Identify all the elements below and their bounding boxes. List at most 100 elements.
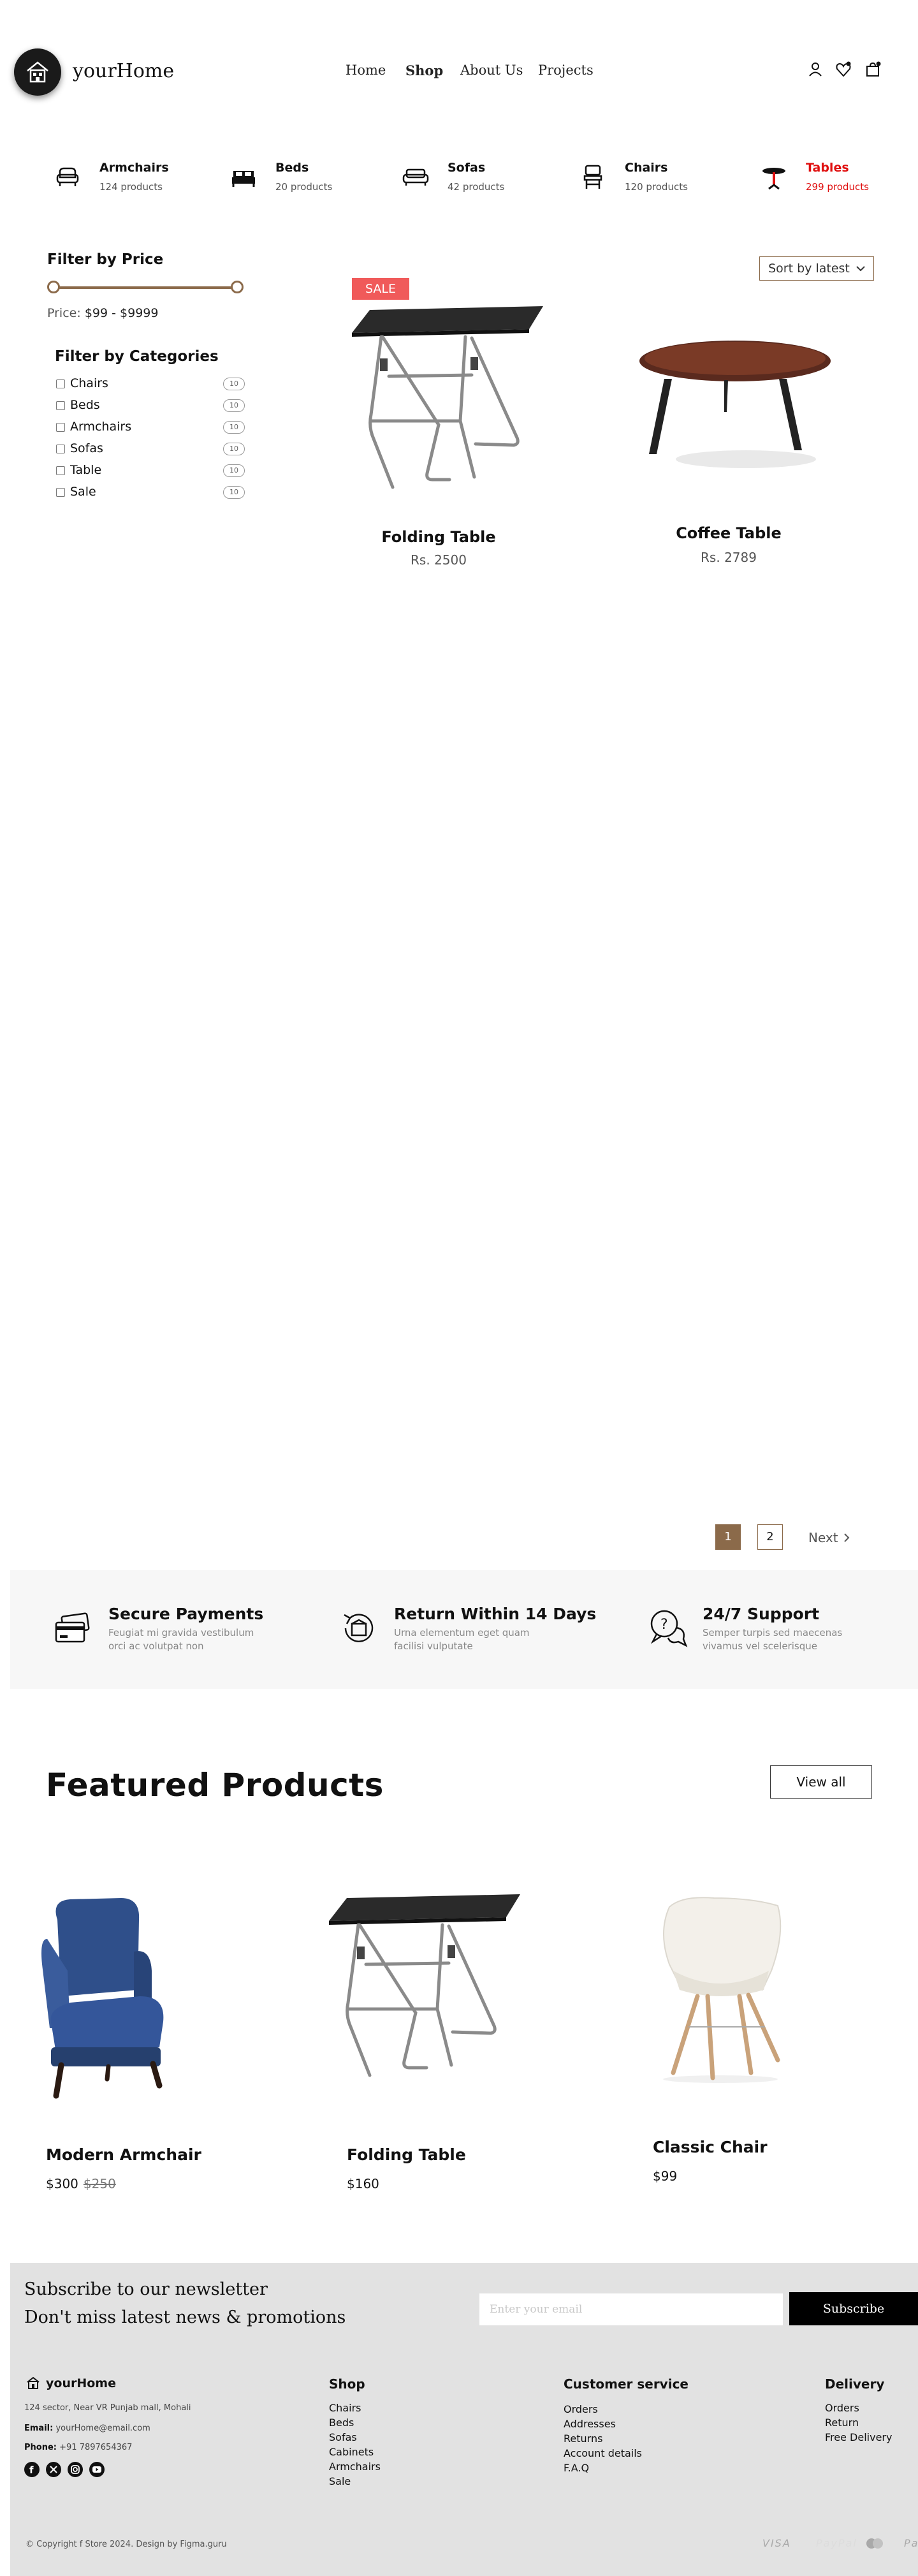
view-all-button[interactable]: View all: [770, 1765, 872, 1799]
page-1-button[interactable]: 1: [715, 1524, 741, 1550]
product-price: Rs. 2500: [411, 552, 467, 568]
category-name: Tables: [806, 161, 849, 175]
filter-category-count: 10: [223, 399, 245, 412]
footer-link[interactable]: Cabinets: [329, 2445, 381, 2459]
filter-category-armchairs[interactable]: Armchairs 10: [56, 420, 247, 436]
category-count: 299 products: [806, 181, 869, 193]
footer-link[interactable]: Orders: [564, 2402, 642, 2417]
nav-shop[interactable]: Shop: [405, 63, 443, 78]
price-prefix: Price:: [47, 306, 81, 320]
checkbox[interactable]: [56, 488, 65, 497]
visa-icon: VISA: [762, 2537, 791, 2549]
feature-title: 24/7 Support: [703, 1605, 820, 1623]
category-armchairs[interactable]: Armchairs 124 products: [54, 158, 181, 203]
logo-badge[interactable]: [14, 48, 61, 96]
category-tables[interactable]: Tables 299 products: [760, 158, 900, 203]
featured-product-price: $160: [347, 2176, 379, 2191]
newsletter-email-input[interactable]: [479, 2293, 783, 2325]
filter-category-label: Armchairs: [70, 420, 132, 434]
mastercard-icon: [866, 2538, 883, 2549]
phone-value[interactable]: +91 7897654367: [59, 2443, 132, 2452]
category-beds[interactable]: Beds 20 products: [229, 158, 357, 203]
category-name: Sofas: [448, 161, 486, 175]
nav-about-us[interactable]: About Us: [460, 63, 523, 78]
newsletter-subheading: Don't miss latest news & promotions: [24, 2307, 346, 2327]
price-slider-min-handle[interactable]: [47, 281, 60, 293]
instagram-icon[interactable]: [68, 2462, 83, 2477]
page-2-button[interactable]: 2: [757, 1524, 783, 1550]
featured-product-name[interactable]: Classic Chair: [653, 2138, 768, 2156]
folding-table-image[interactable]: [344, 300, 548, 504]
bed-icon: [232, 171, 255, 187]
footer-link[interactable]: Sofas: [329, 2430, 381, 2445]
featured-product-name[interactable]: Folding Table: [347, 2145, 466, 2164]
category-count: 42 products: [448, 181, 505, 193]
user-icon[interactable]: [807, 61, 824, 78]
featured-product-name[interactable]: Modern Armchair: [46, 2145, 201, 2164]
chevron-down-icon: [856, 266, 865, 272]
category-sofas[interactable]: Sofas 42 products: [402, 158, 529, 203]
table-icon: [762, 168, 785, 190]
filter-category-sofas[interactable]: Sofas 10: [56, 441, 247, 458]
phone-label: Phone:: [24, 2443, 57, 2452]
filter-category-count: 10: [223, 378, 245, 390]
house-logo-icon: [27, 2376, 40, 2389]
footer-link[interactable]: Sale: [329, 2474, 381, 2489]
filter-category-chairs[interactable]: Chairs 10: [56, 376, 247, 393]
folding-table-image[interactable]: [321, 1888, 525, 2092]
x-icon[interactable]: [46, 2462, 61, 2477]
nav-home[interactable]: Home: [346, 63, 386, 78]
category-count: 124 products: [99, 181, 163, 193]
coffee-table-image[interactable]: [631, 332, 841, 472]
footer-link[interactable]: Beds: [329, 2415, 381, 2430]
footer-brand[interactable]: yourHome: [46, 2376, 116, 2390]
footer-link[interactable]: Account details: [564, 2446, 642, 2461]
sort-dropdown[interactable]: Sort by latest: [759, 256, 874, 281]
footer-column-title: Customer service: [564, 2376, 688, 2392]
newsletter-heading: Subscribe to our newsletter: [24, 2279, 268, 2299]
price-range-label: Price: $99 - $9999: [47, 306, 158, 320]
svg-text:f: f: [29, 2464, 34, 2476]
footer-link[interactable]: F.A.Q: [564, 2461, 642, 2475]
filter-category-count: 10: [223, 443, 245, 455]
classic-chair-image[interactable]: [644, 1894, 797, 2086]
filter-category-sale[interactable]: Sale 10: [56, 485, 247, 501]
filter-category-label: Chairs: [70, 376, 108, 390]
price-slider-max-handle[interactable]: [231, 281, 244, 293]
footer-link[interactable]: Addresses: [564, 2417, 642, 2431]
footer-link[interactable]: Orders: [825, 2401, 892, 2415]
footer-link[interactable]: Armchairs: [329, 2459, 381, 2474]
checkbox[interactable]: [56, 445, 65, 453]
next-page-button[interactable]: Next: [808, 1526, 866, 1550]
product-name[interactable]: Coffee Table: [646, 524, 812, 542]
checkbox[interactable]: [56, 423, 65, 432]
brand-name[interactable]: yourHome: [73, 60, 174, 82]
facebook-icon[interactable]: f: [24, 2462, 40, 2477]
checkbox[interactable]: [56, 466, 65, 475]
copyright: © Copyright f Store 2024. Design by Figm…: [26, 2540, 227, 2549]
category-chairs[interactable]: Chairs 120 products: [579, 158, 706, 203]
feature-title: Return Within 14 Days: [394, 1605, 597, 1623]
email-label: Email:: [24, 2424, 54, 2433]
cart-icon[interactable]: [864, 61, 881, 78]
price-slider-track[interactable]: [54, 286, 238, 289]
checkbox[interactable]: [56, 379, 65, 388]
wishlist-icon[interactable]: [835, 61, 852, 78]
category-name: Armchairs: [99, 161, 169, 175]
nav-projects[interactable]: Projects: [538, 63, 594, 78]
subscribe-button[interactable]: Subscribe: [789, 2292, 918, 2325]
email-value[interactable]: yourHome@email.com: [55, 2424, 150, 2433]
product-name[interactable]: Folding Table: [356, 528, 521, 546]
filter-category-beds[interactable]: Beds 10: [56, 398, 247, 415]
footer-link[interactable]: Chairs: [329, 2401, 381, 2415]
footer-link[interactable]: Returns: [564, 2431, 642, 2446]
filter-category-label: Sale: [70, 485, 96, 499]
youtube-icon[interactable]: [89, 2462, 105, 2477]
modern-armchair-image[interactable]: [38, 1894, 217, 2105]
footer-link[interactable]: Return: [825, 2415, 892, 2430]
filter-category-table[interactable]: Table 10: [56, 463, 247, 480]
footer-link[interactable]: Free Delivery: [825, 2430, 892, 2445]
checkbox[interactable]: [56, 401, 65, 410]
filter-price-title: Filter by Price: [47, 251, 164, 268]
credit-card-icon: [55, 1612, 90, 1643]
